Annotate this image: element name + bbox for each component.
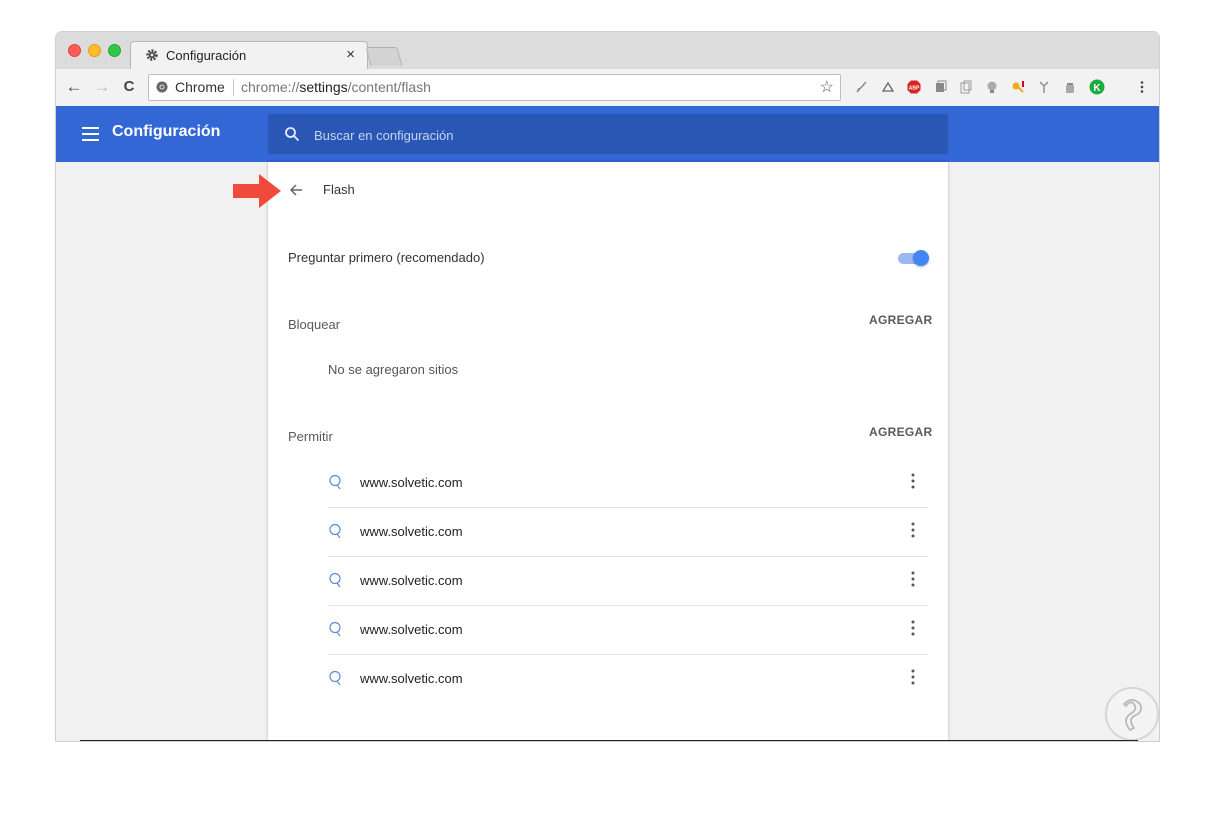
cloud-extension-icon[interactable] (881, 80, 895, 94)
address-url: chrome://settings/content/flash (241, 79, 431, 95)
tool-extension-icon[interactable] (1037, 80, 1051, 94)
allowed-site-row[interactable]: www.solvetic.com (328, 605, 928, 655)
k-extension-icon[interactable]: K (1089, 79, 1105, 95)
allow-add-button[interactable]: AGREGAR (869, 425, 932, 439)
tab-settings[interactable]: Configuración × (130, 41, 368, 70)
tab-title: Configuración (166, 48, 247, 63)
layers-extension-icon[interactable] (933, 80, 947, 94)
back-button[interactable]: ← (64, 77, 84, 97)
site-url: www.solvetic.com (360, 671, 463, 686)
block-section-title: Bloquear (288, 317, 341, 332)
site-url: www.solvetic.com (360, 622, 463, 637)
maximize-window-button[interactable] (108, 44, 121, 57)
svg-text:K: K (1093, 83, 1101, 94)
site-globe-icon (329, 474, 341, 490)
address-separator (233, 79, 234, 96)
jar-extension-icon[interactable] (1063, 80, 1077, 94)
site-url: www.solvetic.com (360, 524, 463, 539)
site-globe-icon (329, 572, 341, 588)
site-globe-icon (329, 523, 341, 539)
hamburger-menu-icon[interactable] (82, 127, 99, 141)
address-origin: Chrome (175, 79, 225, 95)
flash-settings-card: Flash Preguntar primero (recomendado) Bl… (268, 162, 948, 741)
allowed-site-row[interactable]: www.solvetic.com (328, 556, 928, 606)
reload-button[interactable]: C (119, 77, 139, 97)
site-url: www.solvetic.com (360, 573, 463, 588)
pen-extension-icon[interactable] (855, 80, 869, 94)
settings-header: Configuración (56, 106, 1159, 162)
minimize-window-button[interactable] (88, 44, 101, 57)
more-options-icon[interactable] (910, 472, 916, 490)
gear-icon (146, 49, 158, 61)
annotation-arrow-icon (233, 174, 281, 208)
more-options-icon[interactable] (910, 668, 916, 686)
block-add-button[interactable]: AGREGAR (869, 313, 932, 327)
browser-toolbar: ← → C Chrome chrome://settings/content/f… (56, 69, 1159, 107)
title-bar: Configuración × (56, 32, 1159, 70)
watermark-logo-icon (1105, 687, 1159, 741)
address-bar[interactable]: Chrome chrome://settings/content/flash ☆ (148, 74, 841, 101)
ask-first-label: Preguntar primero (recomendado) (288, 250, 485, 265)
chrome-logo-icon (156, 81, 168, 93)
svg-text:ABP: ABP (909, 85, 920, 91)
more-options-icon[interactable] (910, 619, 916, 637)
settings-title: Configuración (112, 123, 221, 140)
site-url: www.solvetic.com (360, 475, 463, 490)
copy-extension-icon[interactable] (959, 80, 973, 94)
search-icon (285, 127, 300, 142)
adblock-icon[interactable]: ABP (907, 80, 921, 94)
more-options-icon[interactable] (910, 570, 916, 588)
allow-section-title: Permitir (288, 429, 333, 444)
close-window-button[interactable] (68, 44, 81, 57)
allowed-site-row[interactable]: www.solvetic.com (328, 458, 928, 508)
ask-first-toggle[interactable] (898, 249, 930, 267)
more-options-icon[interactable] (910, 521, 916, 539)
key-extension-icon[interactable] (1011, 80, 1025, 94)
settings-search[interactable] (268, 114, 948, 154)
bulb-extension-icon[interactable] (985, 80, 999, 94)
tab-close-button[interactable]: × (346, 46, 355, 63)
browser-window: Configuración × ← → C Chrome chrome://se… (56, 32, 1159, 741)
page-title: Flash (323, 182, 355, 197)
bookmark-star-icon[interactable]: ☆ (820, 77, 834, 97)
browser-menu-icon[interactable] (1135, 80, 1149, 94)
site-globe-icon (329, 621, 341, 637)
allowed-site-row[interactable]: www.solvetic.com (328, 507, 928, 557)
allowed-site-row[interactable]: www.solvetic.com (328, 654, 928, 703)
forward-button[interactable]: → (92, 77, 112, 97)
back-arrow-icon[interactable] (286, 179, 308, 201)
site-globe-icon (329, 670, 341, 686)
search-input[interactable] (312, 124, 916, 146)
block-empty-text: No se agregaron sitios (328, 362, 459, 377)
bottom-divider (80, 740, 1138, 741)
new-tab-button[interactable] (365, 47, 403, 66)
toggle-knob (913, 250, 929, 266)
